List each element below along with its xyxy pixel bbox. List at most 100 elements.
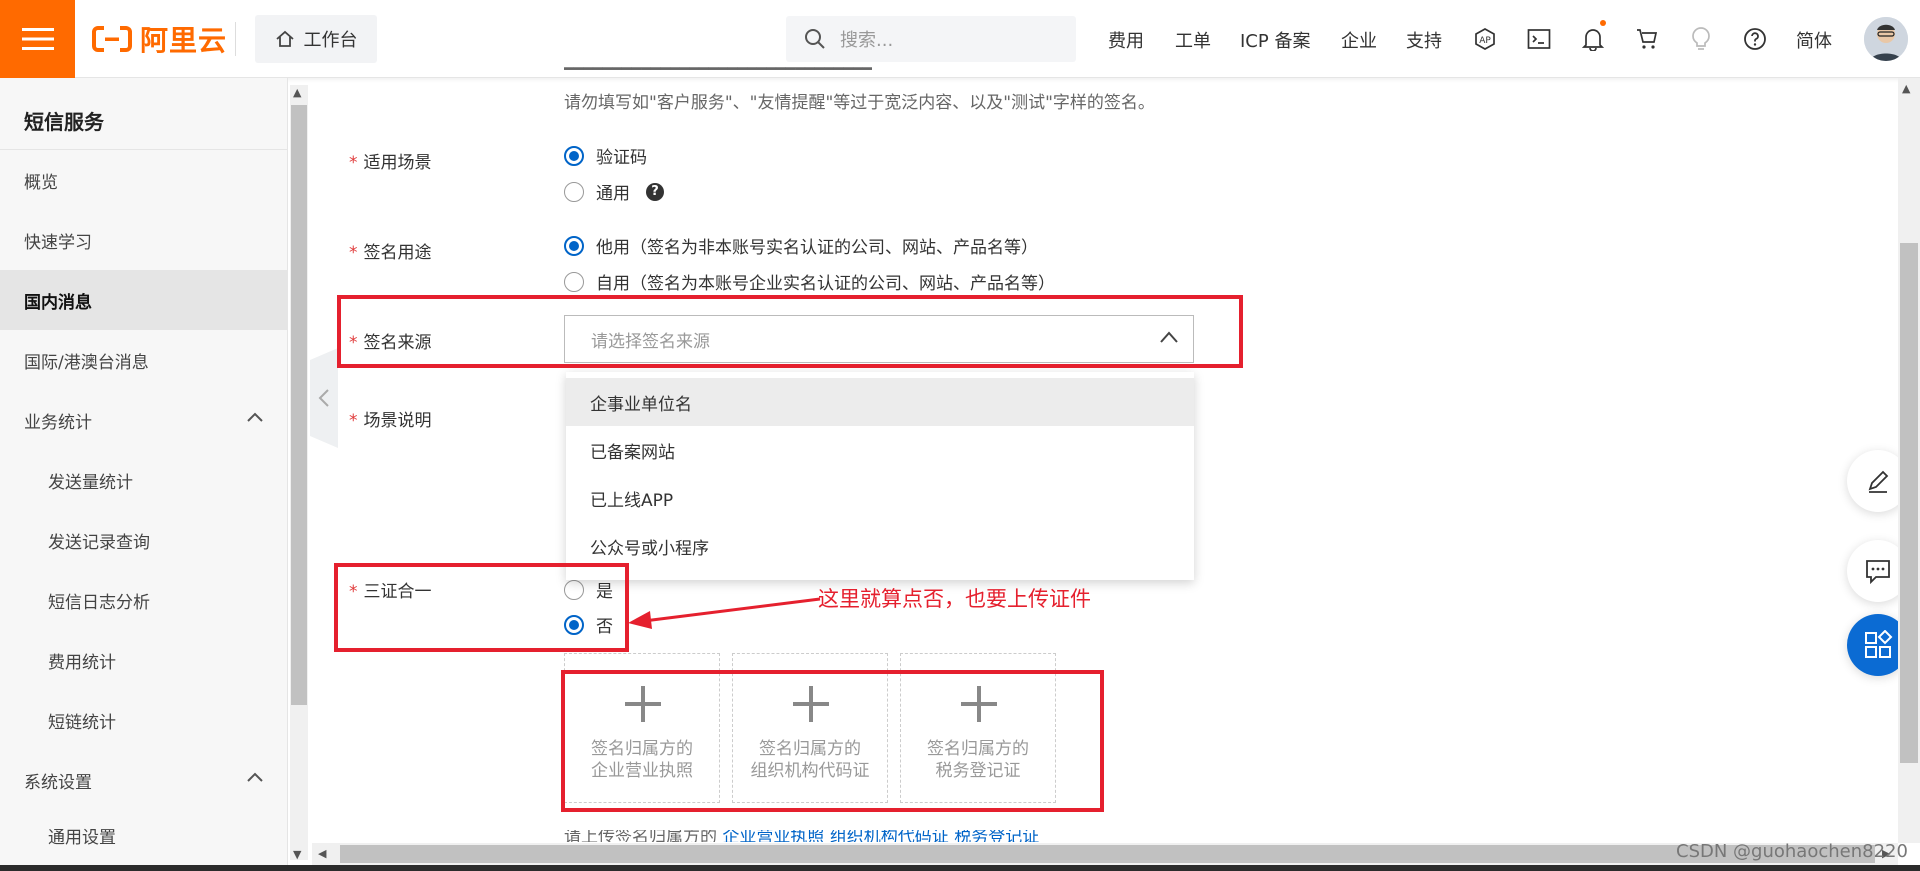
sidebar-item-general-settings[interactable]: 通用设置 — [0, 810, 288, 860]
three-in-one-label: * 三证合一 — [349, 577, 432, 602]
three-in-one-no[interactable]: 否 — [564, 612, 613, 637]
radio-checked-icon[interactable] — [564, 614, 584, 635]
workbench-button[interactable]: 工作台 — [255, 15, 377, 63]
scroll-left-arrow-icon[interactable]: ◀ — [318, 847, 326, 860]
required-mark: * — [349, 333, 358, 353]
nav-support[interactable]: 支持 — [1406, 27, 1442, 53]
help-question-icon[interactable]: ? — [646, 182, 664, 201]
signature-hint-text: 请勿填写如"客户服务"、"友情提醒"等过于宽泛内容、以及"测试"字样的签名。 — [564, 93, 1155, 113]
source-option-official-account[interactable]: 公众号或小程序 — [566, 522, 1194, 570]
sidebar-item-international-messages[interactable]: 国际/港澳台消息 — [0, 330, 288, 390]
option-label: 通用 — [596, 184, 630, 204]
nav-fees[interactable]: 费用 — [1108, 27, 1144, 53]
link-business-license[interactable]: 企业营业执照 — [722, 830, 824, 842]
usage-option-self[interactable]: 自用（签名为本账号企业实名认证的公司、网站、产品名等） — [564, 269, 1055, 294]
scene-field-label: * 适用场景 — [349, 148, 432, 173]
sidebar-item-label: 通用设置 — [48, 827, 116, 848]
cart-icon[interactable] — [1634, 26, 1660, 52]
sidebar-item-domestic-messages[interactable]: 国内消息 — [0, 270, 288, 330]
plus-icon — [793, 686, 829, 722]
scene-option-verification[interactable]: 验证码 — [564, 143, 647, 168]
upload-org-code-cert[interactable]: 签名归属方的 组织机构代码证 — [732, 653, 888, 803]
upload-tax-cert[interactable]: 签名归属方的 税务登记证 — [900, 653, 1056, 803]
watermark-text: CSDN @guohaochen8220 — [1676, 841, 1908, 862]
scroll-down-arrow-icon[interactable]: ▼ — [293, 848, 301, 861]
sidebar-item-shortlink-stats[interactable]: 短链统计 — [0, 690, 288, 750]
signature-source-dropdown: 企事业单位名 已备案网站 已上线APP 公众号或小程序 — [566, 372, 1194, 580]
collapse-sidebar-button[interactable] — [310, 348, 338, 448]
sidebar-item-label: 国内消息 — [24, 292, 92, 313]
sidebar-item-business-stats[interactable]: 业务统计 — [0, 390, 288, 450]
content-vertical-scrollbar-thumb[interactable] — [1900, 243, 1918, 763]
scroll-up-arrow-icon[interactable]: ▲ — [293, 86, 301, 99]
workbench-label: 工作台 — [303, 30, 358, 51]
usage-option-other[interactable]: 他用（签名为非本账号实名认证的公司、网站、产品名等） — [564, 233, 1038, 258]
option-label: 是 — [596, 582, 613, 602]
annotation-text: 这里就算点否，也要上传证件 — [818, 587, 1091, 611]
option-label: 自用（签名为本账号企业实名认证的公司、网站、产品名等） — [596, 274, 1055, 294]
required-mark: * — [349, 243, 358, 263]
chevron-left-icon — [318, 389, 329, 407]
caption-line: 组织机构代码证 — [750, 761, 870, 781]
label-text: 三证合一 — [363, 582, 432, 602]
sidebar-item-cost-stats[interactable]: 费用统计 — [0, 630, 288, 690]
cut-off-hint-line: ━━━━━━━━━━━━━━━━━━━━━━━━━━━━━━━━ — [564, 66, 873, 78]
plus-icon — [961, 686, 997, 722]
search-icon — [805, 29, 825, 49]
option-label: 验证码 — [596, 148, 647, 168]
radio-unchecked-icon[interactable] — [564, 181, 584, 202]
sidebar-item-send-records[interactable]: 发送记录查询 — [0, 510, 288, 570]
search-placeholder: 搜索... — [840, 30, 894, 51]
app-icon[interactable]: AP — [1472, 26, 1498, 52]
nav-icp-filing[interactable]: ICP 备案 — [1240, 27, 1310, 53]
window-bottom-edge — [0, 865, 1920, 871]
option-label: 否 — [596, 617, 613, 637]
upload-business-license[interactable]: 签名归属方的 企业营业执照 — [564, 653, 720, 803]
required-mark: * — [349, 411, 358, 431]
radio-checked-icon[interactable] — [564, 145, 584, 166]
sidebar-item-system-settings[interactable]: 系统设置 — [0, 750, 288, 810]
caption-line: 税务登记证 — [935, 761, 1021, 781]
link-tax-cert[interactable]: 税务登记证 — [954, 830, 1039, 842]
sidebar-item-quick-learn[interactable]: 快速学习 — [0, 210, 288, 270]
sidebar-item-log-analysis[interactable]: 短信日志分析 — [0, 570, 288, 630]
chevron-up-icon — [247, 772, 263, 782]
lightbulb-icon[interactable] — [1688, 26, 1714, 52]
terminal-icon[interactable] — [1526, 26, 1552, 52]
nav-tickets[interactable]: 工单 — [1175, 27, 1211, 53]
caption-line: 签名归属方的 — [759, 739, 861, 759]
search-input[interactable]: 搜索... — [786, 16, 1076, 62]
sidebar-scrollbar-thumb[interactable] — [291, 105, 307, 705]
language-switch[interactable]: 简体 — [1796, 27, 1832, 53]
nav-enterprise[interactable]: 企业 — [1341, 27, 1377, 53]
radio-checked-icon[interactable] — [564, 235, 584, 256]
link-org-code-cert[interactable]: 组织机构代码证 — [830, 830, 949, 842]
chat-icon — [1866, 560, 1890, 585]
aliyun-logo[interactable]: 阿里云 — [92, 22, 227, 57]
signature-source-select[interactable]: 请选择签名来源 — [564, 315, 1194, 363]
sidebar-item-label: 国际/港澳台消息 — [24, 352, 149, 373]
radio-unchecked-icon[interactable] — [564, 271, 584, 292]
scene-option-general[interactable]: 通用? — [564, 179, 664, 204]
three-in-one-yes[interactable]: 是 — [564, 577, 613, 602]
radio-unchecked-icon[interactable] — [564, 579, 584, 600]
usage-field-label: * 签名用途 — [349, 238, 432, 263]
bell-icon[interactable] — [1580, 26, 1606, 52]
source-option-enterprise[interactable]: 企事业单位名 — [566, 378, 1194, 426]
user-avatar[interactable] — [1864, 17, 1908, 61]
sidebar-item-overview[interactable]: 概览 — [0, 150, 288, 210]
scroll-up-arrow-icon[interactable]: ▲ — [1902, 82, 1910, 95]
sidebar-item-label: 费用统计 — [48, 652, 116, 673]
sidebar-item-label: 系统设置 — [24, 772, 92, 793]
hamburger-menu-button[interactable] — [0, 0, 75, 78]
chevron-up-icon — [1160, 331, 1178, 343]
source-option-launched-app[interactable]: 已上线APP — [566, 474, 1194, 522]
avatar-icon — [1864, 17, 1908, 61]
sidebar-item-label: 快速学习 — [24, 232, 92, 253]
sidebar-item-send-volume[interactable]: 发送量统计 — [0, 450, 288, 510]
upload-caption: 签名归属方的 企业营业执照 — [565, 738, 719, 782]
help-icon[interactable] — [1742, 26, 1768, 52]
content-horizontal-scrollbar-thumb[interactable] — [340, 845, 1875, 863]
required-mark: * — [349, 153, 358, 173]
source-option-registered-website[interactable]: 已备案网站 — [566, 426, 1194, 474]
